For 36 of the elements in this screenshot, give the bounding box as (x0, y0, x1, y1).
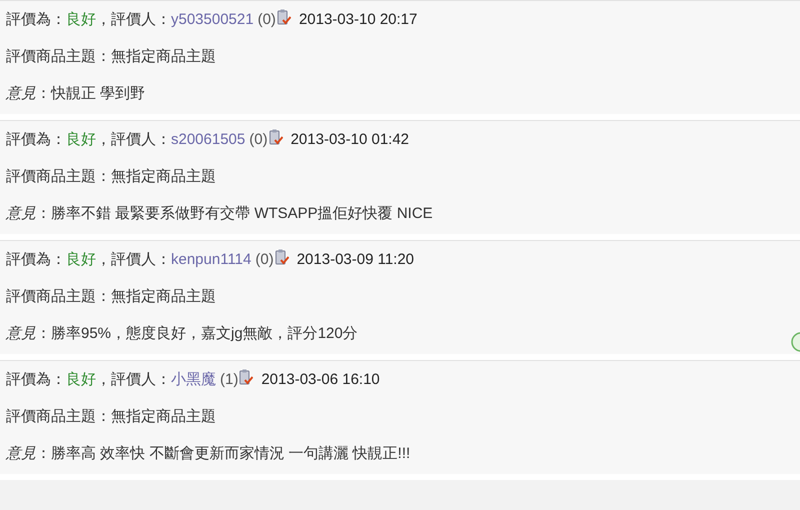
feedback-count: (0) (249, 131, 268, 148)
rating-label: 評價為： (6, 10, 66, 29)
clipboard-check-icon (268, 129, 283, 146)
feedback-count: (0) (255, 251, 274, 268)
clipboard-check-icon (274, 249, 289, 266)
review-comment: 意見：快靚正 學到野 (6, 84, 146, 103)
review-date: 2013-03-09 11:20 (296, 251, 414, 268)
reviewer-link[interactable]: kenpun1114 (171, 251, 252, 268)
reviewer-label: ，評價人： (96, 370, 171, 389)
review-date: 2013-03-10 20:17 (298, 11, 418, 28)
product-subject: 評價商品主題：無指定商品主題 (6, 47, 216, 66)
review-date: 2013-03-06 16:10 (261, 371, 380, 388)
reviewer-link[interactable]: s20061505 (171, 131, 246, 148)
rating-label: 評價為： (6, 130, 66, 149)
review-comment: 意見：勝率高 效率快 不斷會更新而家情況 一句講灑 快靚正!!! (6, 444, 410, 463)
reviewer-link[interactable]: y503500521 (171, 11, 254, 28)
review-comment: 意見：勝率不錯 最緊要系做野有交帶 WTSAPP搵佢好快覆 NICE (6, 204, 433, 223)
reviewer-label: ，評價人： (96, 130, 171, 149)
review-comment: 意見：勝率95%，態度良好，嘉文jg無敵，評分120分 (6, 324, 358, 343)
product-subject: 評價商品主題：無指定商品主題 (6, 407, 216, 426)
reviewer-link[interactable]: 小黑魔 (171, 370, 216, 389)
reviewer-label: ，評價人： (96, 10, 171, 29)
rating-label: 評價為： (6, 370, 66, 389)
clipboard-check-icon (239, 369, 254, 386)
reviewer-label: ，評價人： (96, 250, 171, 269)
rating-value: 良好 (66, 10, 96, 29)
product-subject: 評價商品主題：無指定商品主題 (6, 287, 216, 306)
rating-value: 良好 (66, 370, 96, 389)
feedback-count: (1) (220, 371, 238, 388)
feedback-count: (0) (258, 11, 276, 28)
rating-value: 良好 (66, 130, 96, 149)
rating-value: 良好 (66, 250, 96, 269)
rating-label: 評價為： (6, 250, 66, 269)
product-subject: 評價商品主題：無指定商品主題 (6, 167, 216, 186)
review-date: 2013-03-10 01:42 (290, 131, 410, 148)
clipboard-check-icon (276, 9, 291, 26)
